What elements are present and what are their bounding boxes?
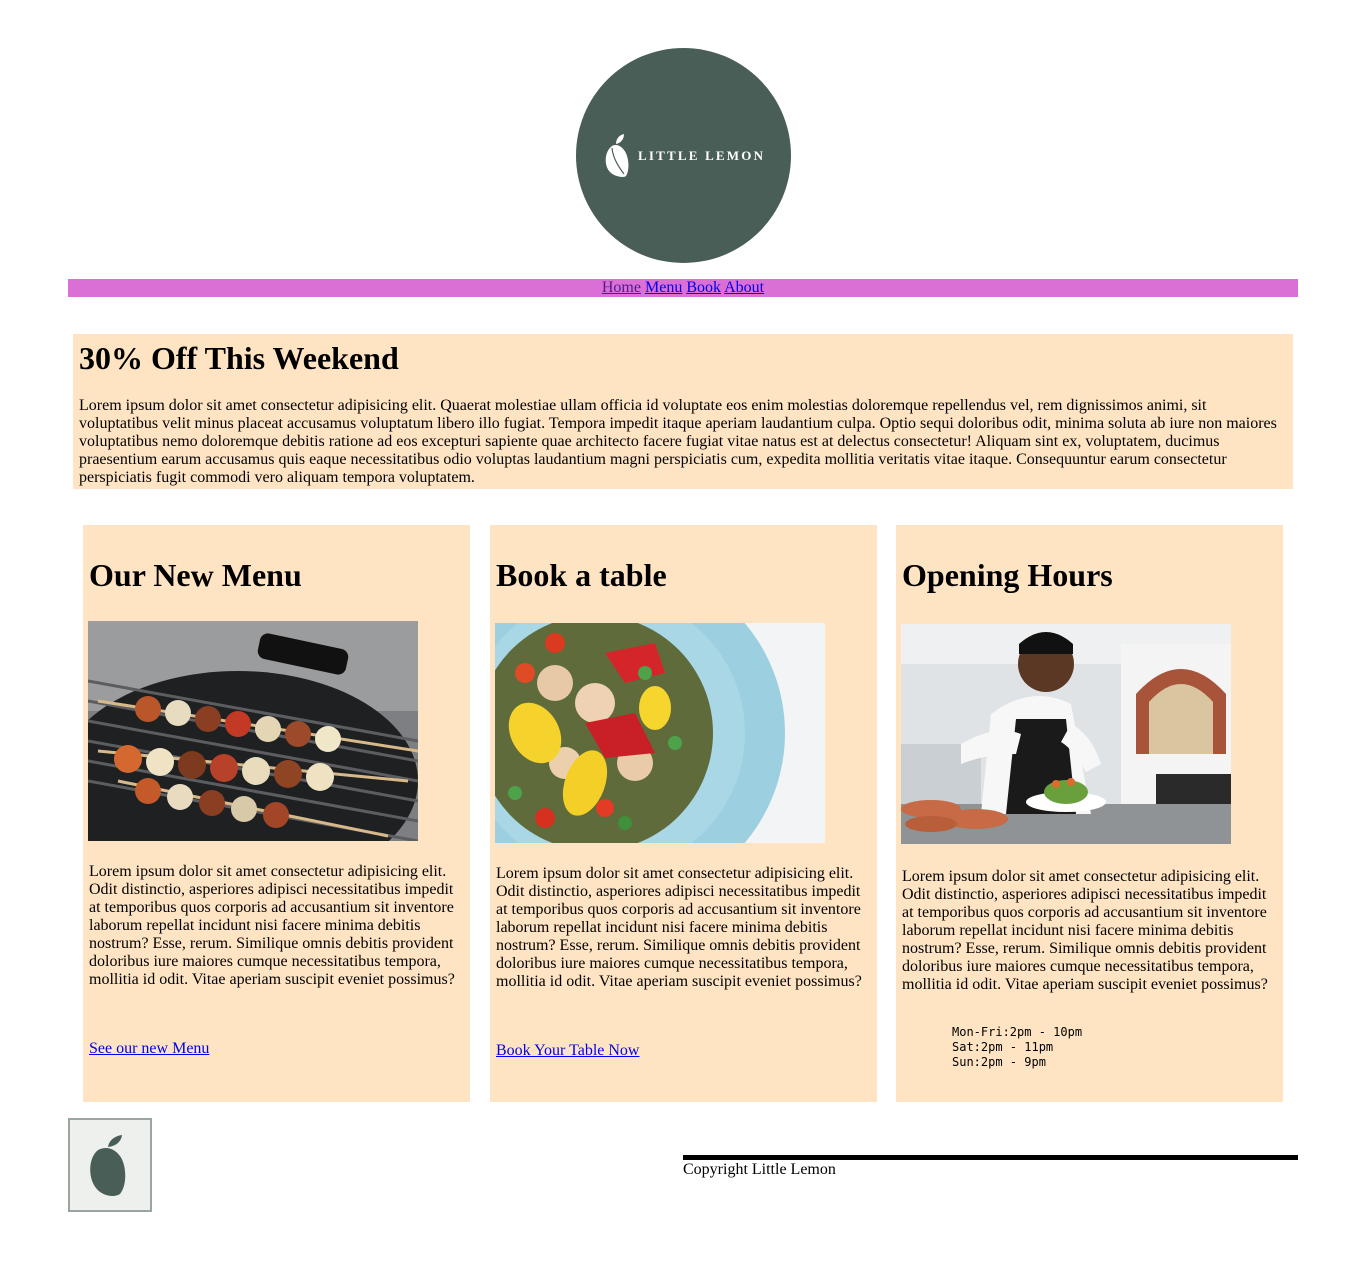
- nav-link-book[interactable]: Book: [686, 279, 721, 296]
- hours-weekday: Mon-Fri:2pm - 10pm: [952, 1025, 1083, 1039]
- see-menu-link[interactable]: See our new Menu: [89, 1040, 209, 1058]
- grilled-skewers-image: [88, 621, 418, 841]
- card-title: Book a table: [496, 557, 667, 593]
- footer-logo: [68, 1118, 152, 1212]
- hours-sunday: Sun:2pm - 9pm: [952, 1055, 1046, 1069]
- nav-link-home[interactable]: Home: [602, 279, 641, 296]
- book-table-link[interactable]: Book Your Table Now: [496, 1042, 639, 1060]
- promo-title: 30% Off This Weekend: [79, 340, 399, 376]
- opening-hours-list: Mon-Fri:2pm - 10pm Sat:2pm - 11pm Sun:2p…: [952, 1025, 1082, 1070]
- logo-circle: LITTLE LEMON: [576, 48, 791, 263]
- logo-text: LITTLE LEMON: [638, 148, 766, 163]
- card-opening-hours: Opening Hours Lorem ipsum dolor sit amet…: [896, 525, 1283, 1102]
- nav-link-about[interactable]: About: [724, 279, 764, 296]
- card-body: Lorem ipsum dolor sit amet consectetur a…: [89, 863, 455, 988]
- card-body: Lorem ipsum dolor sit amet consectetur a…: [496, 865, 862, 990]
- card-body: Lorem ipsum dolor sit amet consectetur a…: [902, 868, 1268, 993]
- salad-plate-image: [495, 623, 825, 843]
- lemon-icon: [605, 134, 629, 177]
- main-nav: Home Menu Book About: [68, 279, 1298, 297]
- promo-section: 30% Off This Weekend Lorem ipsum dolor s…: [73, 334, 1293, 489]
- copyright-text: Copyright Little Lemon: [683, 1161, 836, 1178]
- nav-link-menu[interactable]: Menu: [645, 279, 682, 296]
- card-title: Opening Hours: [902, 557, 1113, 593]
- promo-body: Lorem ipsum dolor sit amet consectetur a…: [79, 397, 1277, 486]
- site-logo: LITTLE LEMON: [576, 48, 791, 263]
- lemon-icon: [90, 1135, 126, 1196]
- card-new-menu: Our New Menu Lorem ipsum dolor sit amet …: [83, 525, 470, 1102]
- hours-saturday: Sat:2pm - 11pm: [952, 1040, 1054, 1054]
- footer-copyright: Copyright Little Lemon: [683, 1155, 1298, 1179]
- card-book-table: Book a table Lorem ipsum dolor sit amet …: [490, 525, 877, 1102]
- card-title: Our New Menu: [89, 557, 302, 593]
- chef-plating-image: [901, 624, 1231, 844]
